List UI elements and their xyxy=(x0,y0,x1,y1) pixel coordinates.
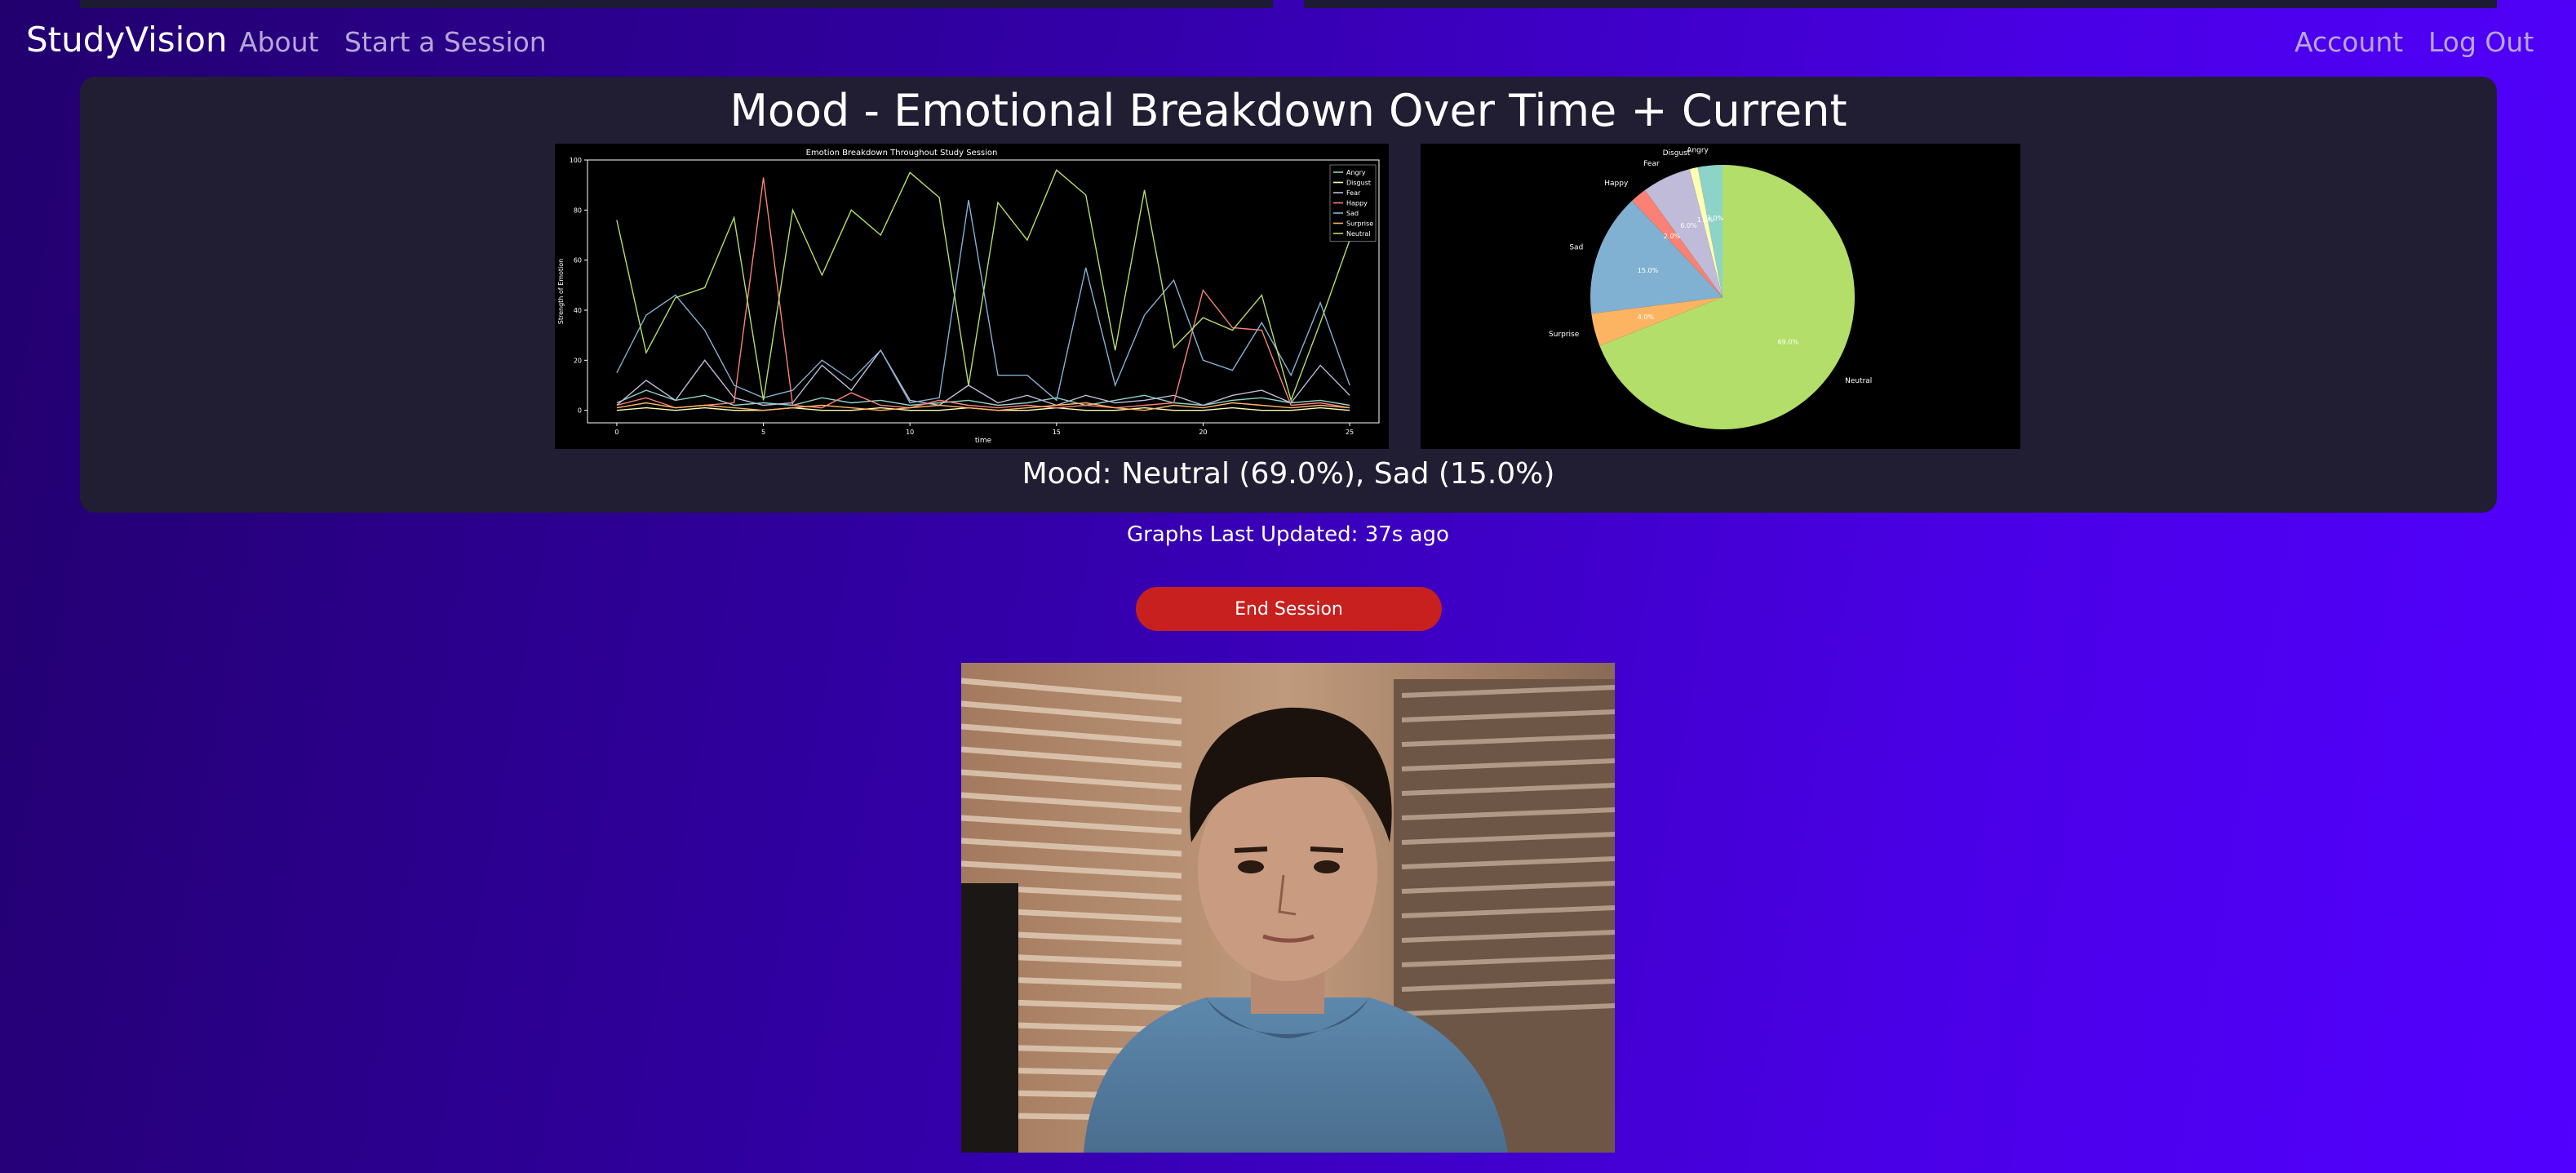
y-tick-label: 20 xyxy=(574,357,582,364)
x-tick-label: 10 xyxy=(906,429,914,436)
pie-pct-sad: 15.0% xyxy=(1638,267,1659,274)
legend-label-happy: Happy xyxy=(1346,200,1368,207)
mood-title: Mood - Emotional Breakdown Over Time + C… xyxy=(729,85,1847,136)
nav-link-logout[interactable]: Log Out xyxy=(2428,26,2534,58)
mood-card: Mood - Emotional Breakdown Over Time + C… xyxy=(80,77,2497,513)
line-chart-xlabel: time xyxy=(975,437,992,445)
pie-label-fear: Fear xyxy=(1643,160,1660,168)
y-tick-label: 0 xyxy=(578,407,582,415)
emotion-line-chart: Emotion Breakdown Throughout Study Sessi… xyxy=(555,144,1389,449)
pie-pct-happy: 2.0% xyxy=(1664,233,1681,240)
pie-pct-disgust: 1.0% xyxy=(1697,216,1714,224)
legend-label-neutral: Neutral xyxy=(1346,230,1371,238)
line-chart-title: Emotion Breakdown Throughout Study Sessi… xyxy=(806,149,998,158)
nav-link-start-session[interactable]: Start a Session xyxy=(344,26,547,58)
line-chart-ylabel: Strength of Emotion xyxy=(557,259,565,324)
pie-label-neutral: Neutral xyxy=(1845,377,1872,385)
pie-pct-surprise: 4.0% xyxy=(1638,313,1655,321)
webcam-feed xyxy=(961,663,1615,1153)
pie-label-disgust: Disgust xyxy=(1663,149,1691,158)
legend-label-angry: Angry xyxy=(1346,169,1366,176)
pie-pct-fear: 6.0% xyxy=(1680,222,1697,229)
brand-logo[interactable]: StudyVision xyxy=(26,20,228,60)
x-tick-label: 0 xyxy=(614,429,619,436)
x-tick-label: 5 xyxy=(761,429,765,436)
end-session-button[interactable]: End Session xyxy=(1136,587,1442,631)
nav-link-about[interactable]: About xyxy=(239,26,319,58)
legend-label-disgust: Disgust xyxy=(1346,180,1371,187)
pie-label-surprise: Surprise xyxy=(1549,331,1580,339)
legend-label-sad: Sad xyxy=(1346,210,1359,217)
mood-summary: Mood: Neutral (69.0%), Sad (15.0%) xyxy=(1022,457,1555,491)
graphs-updated-text: Graphs Last Updated: 37s ago xyxy=(1127,522,1449,547)
x-tick-label: 25 xyxy=(1346,429,1354,436)
y-tick-label: 60 xyxy=(574,257,582,264)
emotion-pie-chart: Angry3.0%Disgust1.0%Fear6.0%Happy2.0%Sad… xyxy=(1421,144,2020,449)
legend-label-surprise: Surprise xyxy=(1346,220,1373,228)
navbar: StudyVision About Start a Session Accoun… xyxy=(0,16,2576,67)
top-strip-left xyxy=(80,0,1273,8)
pie-pct-neutral: 69.0% xyxy=(1778,339,1799,346)
y-tick-label: 100 xyxy=(570,157,582,164)
legend-label-fear: Fear xyxy=(1346,189,1361,197)
pie-label-happy: Happy xyxy=(1604,180,1629,188)
x-tick-label: 15 xyxy=(1053,429,1061,436)
nav-link-account[interactable]: Account xyxy=(2294,26,2403,58)
y-tick-label: 80 xyxy=(574,207,582,214)
pie-label-sad: Sad xyxy=(1569,244,1583,252)
y-tick-label: 40 xyxy=(574,307,582,314)
series-line-sad xyxy=(616,199,1350,404)
x-tick-label: 20 xyxy=(1199,429,1207,436)
top-strip-right xyxy=(1304,0,2497,8)
